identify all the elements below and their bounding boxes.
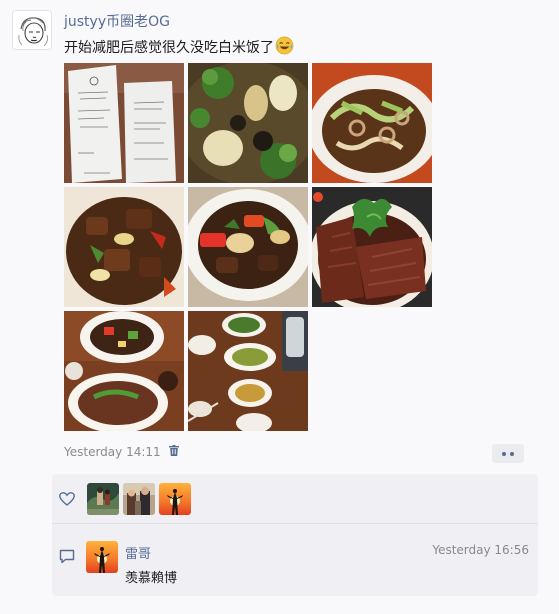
more-dot-icon xyxy=(510,451,514,456)
table-dishes-photo[interactable] xyxy=(64,311,184,431)
commenter-avatar[interactable] xyxy=(86,541,118,573)
post-timestamp: Yesterday 14:11 xyxy=(64,445,161,459)
beef-stirfry-dish-photo[interactable] xyxy=(188,187,308,307)
more-dot-icon xyxy=(502,451,506,456)
squid-dish-photo[interactable] xyxy=(312,63,432,183)
table-overview-photo[interactable] xyxy=(188,311,308,431)
post-text: 开始减肥后感觉很久没吃白米饭了 xyxy=(64,36,294,59)
panel-divider xyxy=(52,523,538,524)
face-with-tears-of-joy-icon xyxy=(275,36,294,59)
comment-icon xyxy=(59,549,75,568)
heart-icon xyxy=(59,491,75,510)
poster-name[interactable]: justyy币圈老OG xyxy=(64,11,170,31)
poster-avatar[interactable] xyxy=(12,10,52,50)
interaction-panel: 雷哥 Yesterday 16:56 羡慕賴博 xyxy=(52,474,538,596)
sliced-beef-dish-photo[interactable] xyxy=(312,187,432,307)
post-meta: Yesterday 14:11 xyxy=(64,445,179,459)
delete-trash-icon[interactable] xyxy=(168,445,179,459)
like-avatar-2[interactable] xyxy=(123,483,155,515)
like-avatar-3[interactable] xyxy=(159,483,191,515)
broccoli-dish-photo[interactable] xyxy=(188,63,308,183)
post-text-content: 开始减肥后感觉很久没吃白米饭了 xyxy=(64,40,274,56)
like-avatar-1[interactable] xyxy=(87,483,119,515)
commenter-name[interactable]: 雷哥 xyxy=(125,543,151,562)
receipt-photo[interactable] xyxy=(64,63,184,183)
beef-pepper-dish-photo[interactable] xyxy=(64,187,184,307)
likes-row xyxy=(52,474,538,523)
comment-text: 羡慕賴博 xyxy=(125,571,178,586)
more-options-button[interactable] xyxy=(492,444,524,463)
comment-time: Yesterday 16:56 xyxy=(432,543,529,557)
